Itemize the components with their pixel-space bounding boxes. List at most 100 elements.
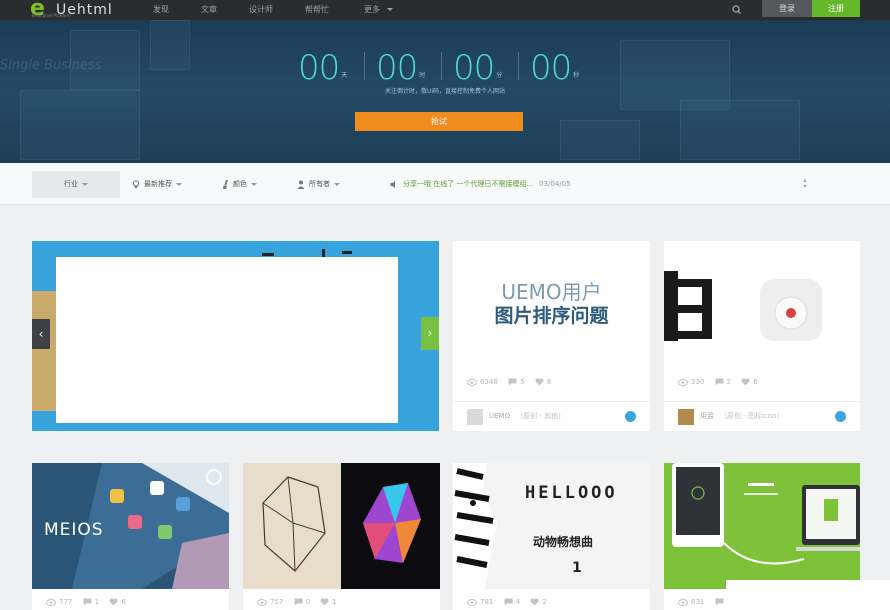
work-card[interactable]: MEIOS 777 1 6 xyxy=(32,463,229,610)
view-count: 831 xyxy=(691,598,705,606)
devices-artwork xyxy=(672,463,860,565)
hero-cta-button[interactable]: 抢试 xyxy=(355,112,523,131)
nav-articles[interactable]: 文章 xyxy=(201,0,217,20)
work-thumbnail: MEIOS xyxy=(32,463,229,589)
brush-icon xyxy=(223,179,228,189)
login-button[interactable]: 登录 xyxy=(762,0,812,17)
notice-scroll-arrows[interactable]: ▴ ▾ xyxy=(802,178,808,192)
notice-ticker[interactable]: 分享一哦 在线了 一个代理已不需接模组... 03/04/05 xyxy=(390,171,571,198)
filter-owner-dropdown[interactable]: 所有者 xyxy=(297,171,340,198)
notice-text: 分享一哦 在线了 一个代理已不需接模组... xyxy=(403,180,534,188)
comment-icon xyxy=(508,378,517,386)
work-thumbnail: UEMO用户 图片排序问题 xyxy=(453,241,650,371)
work-stats: 777 1 6 xyxy=(46,598,134,606)
work-author: UEMO （原创 - 其他） xyxy=(453,401,650,431)
author-name[interactable]: 用监 （原创 - 图标icon） xyxy=(700,411,784,421)
countdown-days: 00 天 xyxy=(298,47,347,85)
countdown-seconds: 00 秒 xyxy=(530,47,579,85)
filter-industry-dropdown[interactable]: 行业 xyxy=(32,171,120,198)
comment-icon xyxy=(504,598,513,606)
countdown-hours-unit: 时 xyxy=(419,72,426,79)
work-card[interactable]: 330 2 6 用监 （原创 - 图标icon） xyxy=(664,241,860,431)
logo-subtitle: Enterprise Platform xyxy=(32,13,71,18)
nav-discover[interactable]: 发现 xyxy=(153,0,169,20)
hero-decoration xyxy=(560,120,640,160)
eye-icon xyxy=(678,378,688,386)
thumbnail-title: HELLOOO xyxy=(525,483,618,503)
carousel-prev-button[interactable]: ‹ xyxy=(32,319,50,349)
view-count: 757 xyxy=(270,598,284,606)
countdown-divider xyxy=(518,52,519,80)
nav-help[interactable]: 帮帮忙 xyxy=(305,0,329,20)
work-card[interactable]: UEMO用户 图片排序问题 6348 5 8 UEMO （原创 - 其他） xyxy=(453,241,650,431)
comment-count: 0 xyxy=(305,598,311,606)
nav-more[interactable]: 更多 xyxy=(364,0,393,20)
search-button[interactable] xyxy=(730,0,744,20)
countdown-divider xyxy=(441,52,442,80)
work-card[interactable]: HELLOOO 动物畅想曲 1 781 4 2 xyxy=(453,463,650,610)
author-name-text: 用监 xyxy=(700,412,714,420)
crystal-artwork xyxy=(243,463,440,589)
countdown-seconds-value: 00 xyxy=(530,48,572,88)
heart-icon xyxy=(530,598,539,606)
filter-color-dropdown[interactable]: 颜色 xyxy=(222,171,257,198)
heart-icon xyxy=(535,378,544,386)
top-nav: e Uehtml Enterprise Platform 发现 文章 设计师 帮… xyxy=(0,0,890,20)
register-button[interactable]: 注册 xyxy=(812,0,860,17)
like-count: 6 xyxy=(121,598,126,606)
hero-decoration xyxy=(150,20,190,70)
thumbnail-title: MEIOS xyxy=(44,520,104,540)
notice-date: 03/04/05 xyxy=(539,180,571,188)
eye-icon xyxy=(678,598,688,606)
floating-panel xyxy=(726,580,890,610)
thumbnail-subtitle: 图片排序问题 xyxy=(494,305,609,327)
hero-banner: Single Business 00 天 00 时 00 分 00 秒 关注倒计… xyxy=(0,20,890,163)
eye-icon xyxy=(467,378,477,386)
heart-icon xyxy=(109,598,118,606)
view-count: 330 xyxy=(691,378,705,386)
work-stats: 757 0 1 xyxy=(257,598,345,606)
author-name-text: UEMO xyxy=(489,412,511,420)
avatar[interactable] xyxy=(678,409,694,425)
record-artwork xyxy=(664,271,822,341)
comment-count: 2 xyxy=(726,378,732,386)
carousel-next-button[interactable]: › xyxy=(421,317,439,350)
filter-latest-dropdown[interactable]: 最新推荐 xyxy=(132,171,182,198)
speaker-icon xyxy=(390,180,395,188)
search-icon xyxy=(732,5,741,14)
like-count: 8 xyxy=(546,378,552,386)
comment-icon xyxy=(715,378,724,386)
nav-designers[interactable]: 设计师 xyxy=(249,0,273,20)
comment-icon xyxy=(294,598,303,606)
user-icon xyxy=(297,180,305,189)
author-name[interactable]: UEMO （原创 - 其他） xyxy=(489,411,565,421)
work-thumbnail: HELLOOO 动物畅想曲 1 xyxy=(453,463,650,589)
countdown-minutes-unit: 分 xyxy=(496,72,503,79)
countdown-minutes-value: 00 xyxy=(453,48,495,88)
filter-bar: 行业 最新推荐 颜色 所有者 分享一哦 在线了 一个代理已不需接模组... 03/… xyxy=(0,163,890,205)
filter-latest-label: 最新推荐 xyxy=(144,180,172,188)
countdown-seconds-unit: 秒 xyxy=(573,72,580,79)
countdown-hours-value: 00 xyxy=(376,48,418,88)
like-count: 1 xyxy=(332,598,337,606)
chevron-down-icon xyxy=(251,182,257,186)
featured-carousel[interactable]: ‹ › xyxy=(32,241,439,431)
bulb-icon xyxy=(132,179,140,188)
work-category: （原创 - 图标icon） xyxy=(720,412,784,420)
filter-industry-label: 行业 xyxy=(64,180,78,188)
countdown-minutes: 00 分 xyxy=(453,47,502,85)
like-count: 2 xyxy=(542,598,547,606)
view-count: 781 xyxy=(480,598,494,606)
comment-count: 5 xyxy=(520,378,525,386)
countdown-divider xyxy=(364,52,365,80)
comment-count: 4 xyxy=(515,598,521,606)
chevron-down-icon xyxy=(386,8,393,11)
comment-icon xyxy=(715,598,724,606)
view-count: 777 xyxy=(59,598,73,606)
work-card[interactable]: 757 0 1 xyxy=(243,463,440,610)
comment-icon xyxy=(83,598,92,606)
thumbnail-subtitle: 动物畅想曲 xyxy=(533,535,594,549)
carousel-decoration xyxy=(32,291,56,411)
work-thumbnail xyxy=(243,463,440,589)
avatar[interactable] xyxy=(467,409,483,425)
